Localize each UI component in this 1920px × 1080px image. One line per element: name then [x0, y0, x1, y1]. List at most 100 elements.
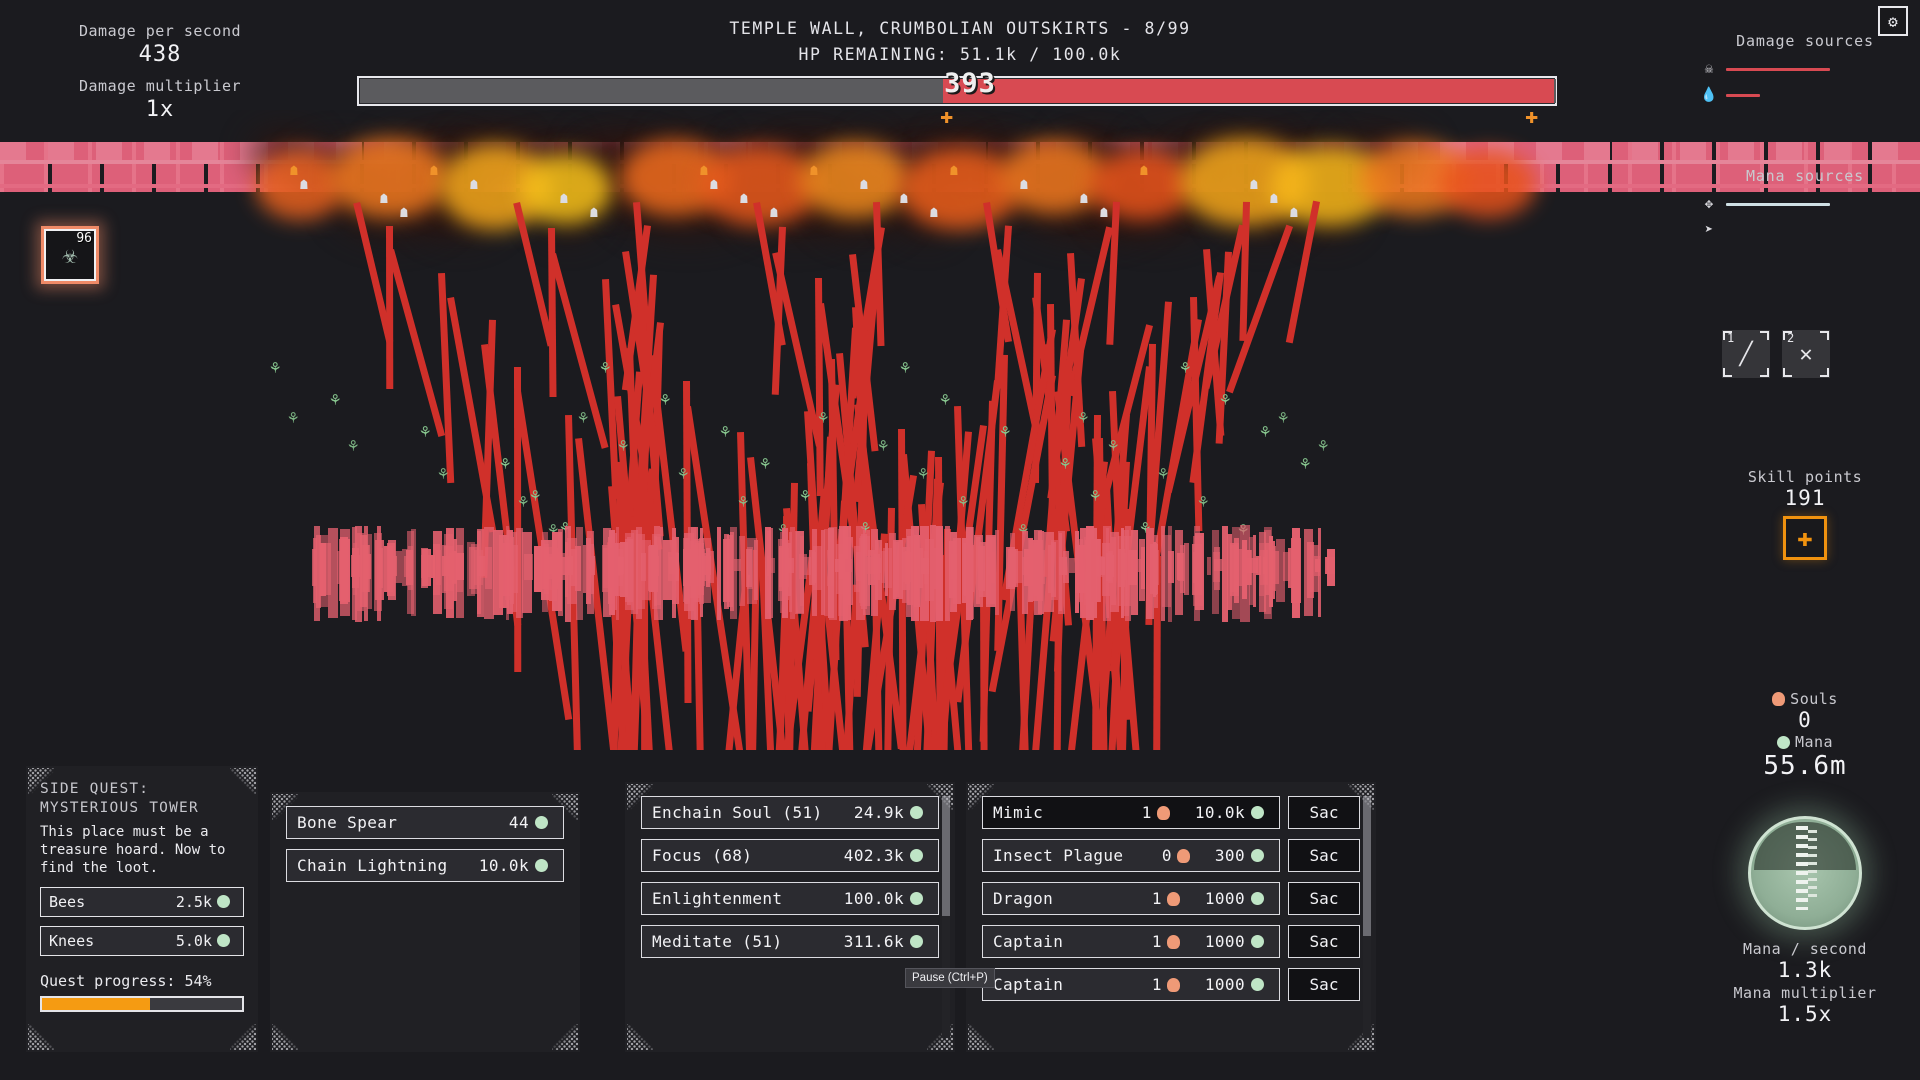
spell-label: Focus (68) [652, 846, 752, 865]
gore-particle [590, 556, 595, 575]
spell-panel-scrollbar[interactable] [942, 796, 950, 1038]
creature-cost: 1000 [1205, 889, 1245, 908]
minion-sprite: ⚘ [1278, 410, 1288, 427]
gore-particle [1263, 557, 1267, 573]
enemy-sprite: ☗ [950, 165, 958, 178]
quest-reward-row[interactable]: Bees 2.5k [40, 887, 244, 917]
sacrifice-button[interactable]: Sac [1288, 968, 1360, 1001]
ability-slot-2[interactable]: 2 ✕ [1782, 330, 1830, 378]
dps-value: 438 [30, 42, 290, 67]
enemy-sprite: ☗ [1140, 165, 1148, 178]
spell-label: Enlightenment [652, 889, 782, 908]
minion-sprite: ⚘ [940, 392, 950, 409]
skeleton-mage-icon: ☠ [1700, 60, 1718, 78]
creature-row: Dragon11000Sac [982, 882, 1360, 915]
menu-icon[interactable]: ⚙ [1878, 6, 1908, 36]
gore-particle [1162, 535, 1171, 607]
dps-stat: Damage per second 438 [30, 22, 290, 67]
souls-counter: Souls 0 [1700, 690, 1910, 732]
spell-cost: 402.3k [844, 846, 904, 865]
damage-source-bar [1726, 94, 1760, 97]
mana-multiplier-value: 1.5x [1700, 1002, 1910, 1026]
creature-panel-scrollbar[interactable] [1363, 796, 1371, 1038]
gore-particle [328, 528, 337, 619]
sacrifice-button[interactable]: Sac [1288, 796, 1360, 829]
gore-particle [352, 548, 359, 587]
gore-particle [990, 552, 995, 583]
gore-particle [1146, 528, 1154, 619]
creature-soul-count: 1 [1152, 932, 1162, 951]
creature-button[interactable]: Mimic110.0k [982, 796, 1280, 829]
equipped-item-slot[interactable]: ☣ 96 [41, 226, 99, 284]
gore-particle [618, 557, 622, 575]
gore-particle [905, 551, 909, 584]
scrollbar-thumb[interactable] [942, 796, 950, 916]
pause-tooltip: Pause (Ctrl+P) [905, 968, 995, 988]
minion-sprite: ⚘ [1000, 424, 1010, 441]
sacrifice-button[interactable]: Sac [1288, 839, 1360, 872]
spell-label: Chain Lightning [297, 856, 448, 875]
gore-particle [747, 538, 757, 604]
gore-particle [779, 546, 783, 590]
quest-reward-row[interactable]: Knees 5.0k [40, 926, 244, 956]
damage-source-bar [1726, 68, 1830, 71]
skill-tree-icon[interactable]: ✚ [1783, 516, 1827, 560]
gore-particle [1024, 549, 1033, 585]
mana-icon [1251, 978, 1264, 991]
creature-button[interactable]: Captain11000 [982, 925, 1280, 958]
creature-label: Insect Plague [993, 846, 1123, 865]
mana-icon [910, 849, 923, 862]
enemy-sprite: ☗ [430, 165, 438, 178]
minion-sprite: ⚘ [600, 360, 610, 377]
enemy-sprite: ☗ [740, 193, 748, 206]
minion-sprite: ⚘ [818, 410, 828, 427]
creature-cost: 1000 [1205, 975, 1245, 994]
ability-slot-1[interactable]: 1 ╱ [1722, 330, 1770, 378]
minion-sprite: ⚘ [1060, 456, 1070, 473]
damage-source-row: 💧 [1700, 88, 1910, 102]
creature-button[interactable]: Insect Plague0300 [982, 839, 1280, 872]
quest-progress-fill [42, 998, 150, 1010]
gore-particle [583, 545, 587, 593]
minion-sprite: ⚘ [738, 494, 748, 511]
mana-sources-panel: Mana sources ✥ ➤ [1700, 167, 1910, 237]
quest-description: This place must be a treasure hoard. Now… [40, 824, 244, 878]
gore-particle [1207, 557, 1211, 575]
gore-particle [1222, 526, 1228, 622]
minion-sprite: ⚘ [1318, 438, 1328, 455]
sacrifice-button[interactable]: Sac [1288, 925, 1360, 958]
mana-orb[interactable] [1730, 816, 1880, 942]
spell-row[interactable]: Enchain Soul (51)24.9k [641, 796, 939, 829]
spell-row[interactable]: Bone Spear44 [286, 806, 564, 839]
soul-icon [1157, 806, 1170, 820]
sacrifice-button[interactable]: Sac [1288, 882, 1360, 915]
creature-cost: 300 [1215, 846, 1245, 865]
creature-button[interactable]: Captain11000 [982, 968, 1280, 1001]
gore-particle [675, 553, 679, 581]
spell-label: Meditate (51) [652, 932, 782, 951]
dps-label: Damage per second [30, 22, 290, 40]
gore-particle [1307, 542, 1314, 598]
creature-button[interactable]: Dragon11000 [982, 882, 1280, 915]
skill-points-label: Skill points [1700, 468, 1910, 486]
spell-label: Enchain Soul (51) [652, 803, 823, 822]
gore-particle [824, 529, 830, 616]
game-screen: Damage per second 438 Damage multiplier … [0, 0, 1920, 1080]
gore-particle [361, 545, 369, 592]
minion-sprite: ⚘ [1198, 494, 1208, 511]
poison-drop-icon: 💧 [1700, 86, 1718, 104]
mana-icon [217, 895, 230, 908]
minion-sprite: ⚘ [678, 466, 688, 483]
battlefield[interactable]: ⚘⚘⚘⚘⚘⚘⚘⚘⚘⚘⚘⚘⚘⚘⚘⚘⚘⚘⚘⚘⚘⚘⚘⚘⚘⚘⚘⚘⚘⚘⚘⚘⚘⚘⚘⚘⚘⚘⚘⚘… [0, 110, 1920, 750]
spell-row[interactable]: Focus (68) 402.3k [641, 839, 939, 872]
creature-panel: Mimic110.0kSacInsect Plague0300SacDragon… [966, 782, 1376, 1052]
spell-row[interactable]: Enlightenment100.0k [641, 882, 939, 915]
gore-particle [845, 559, 852, 573]
creature-cost: 1000 [1205, 932, 1245, 951]
spell-row[interactable]: Chain Lightning10.0k [286, 849, 564, 882]
enemy-sprite: ☗ [300, 179, 308, 192]
souls-label-text: Souls [1790, 690, 1838, 708]
scrollbar-thumb[interactable] [1363, 796, 1371, 936]
spell-row[interactable]: Meditate (51)311.6k [641, 925, 939, 958]
enemy-sprite: ☗ [810, 165, 818, 178]
